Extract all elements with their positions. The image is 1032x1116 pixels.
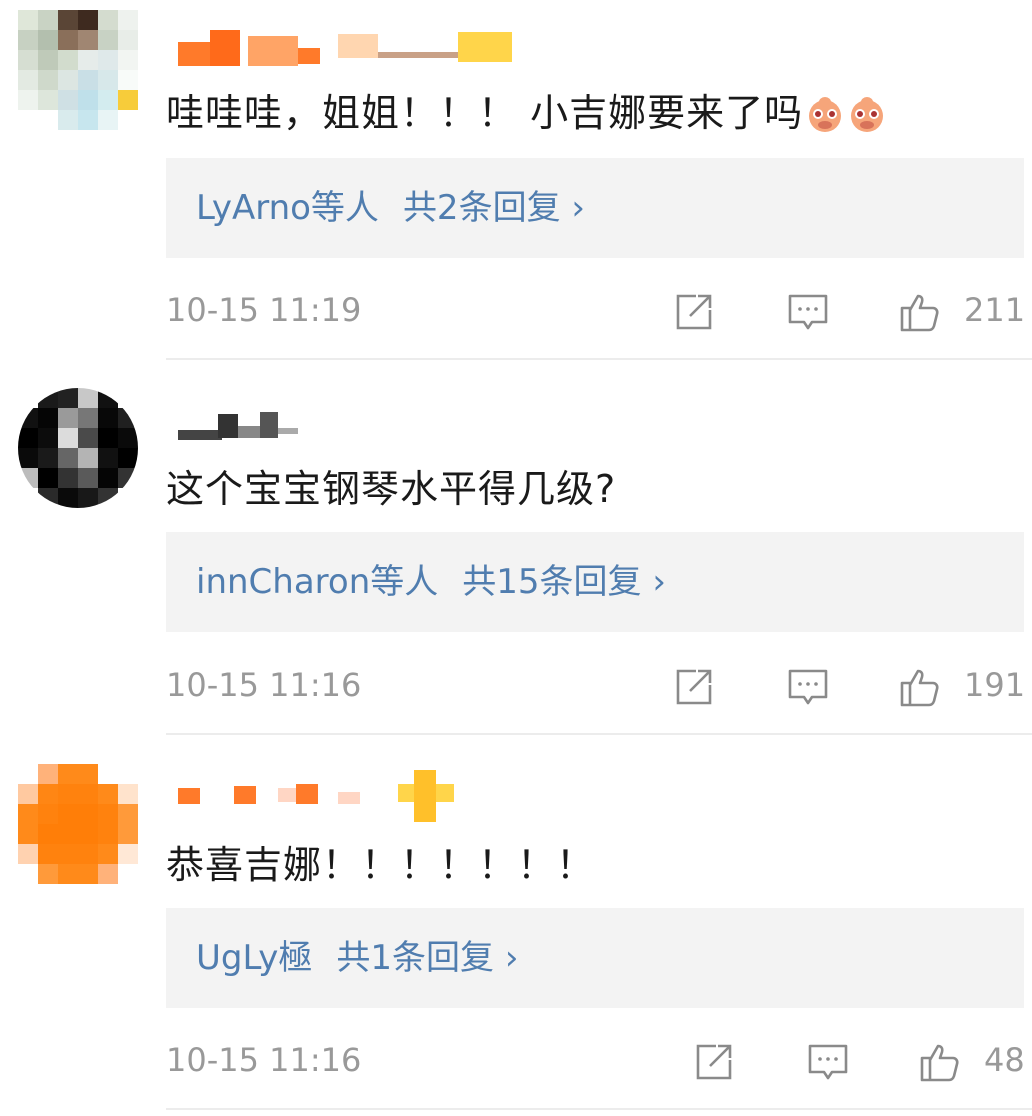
like-count: 48	[984, 1041, 1025, 1079]
username-pixelated[interactable]	[178, 770, 518, 822]
comment-meta: 10-15 11:16 48	[166, 1030, 1025, 1090]
comment-text-body: 恭喜吉娜！！！！！！！	[166, 843, 596, 887]
reply-summary[interactable]: UgLy極 共1条回复 ›	[166, 908, 1024, 1008]
timestamp: 10-15 11:16	[166, 1041, 362, 1079]
comment-text: 恭喜吉娜！！！！！！！	[166, 834, 595, 889]
reply-users[interactable]: UgLy極	[196, 938, 312, 978]
share-icon[interactable]	[692, 1040, 736, 1084]
reply-summary-text[interactable]: UgLy極 共1条回复 ›	[196, 908, 518, 1008]
divider	[166, 1108, 1032, 1110]
reply-count[interactable]: 共1条回复 ›	[336, 938, 518, 978]
avatar[interactable]	[18, 764, 138, 884]
comment-item: 恭喜吉娜！！！！！！！ UgLy極 共1条回复 › 10-15 11:16 48	[0, 0, 1032, 1116]
thumbs-up-icon[interactable]	[918, 1040, 962, 1084]
comment-icon[interactable]	[806, 1040, 850, 1084]
